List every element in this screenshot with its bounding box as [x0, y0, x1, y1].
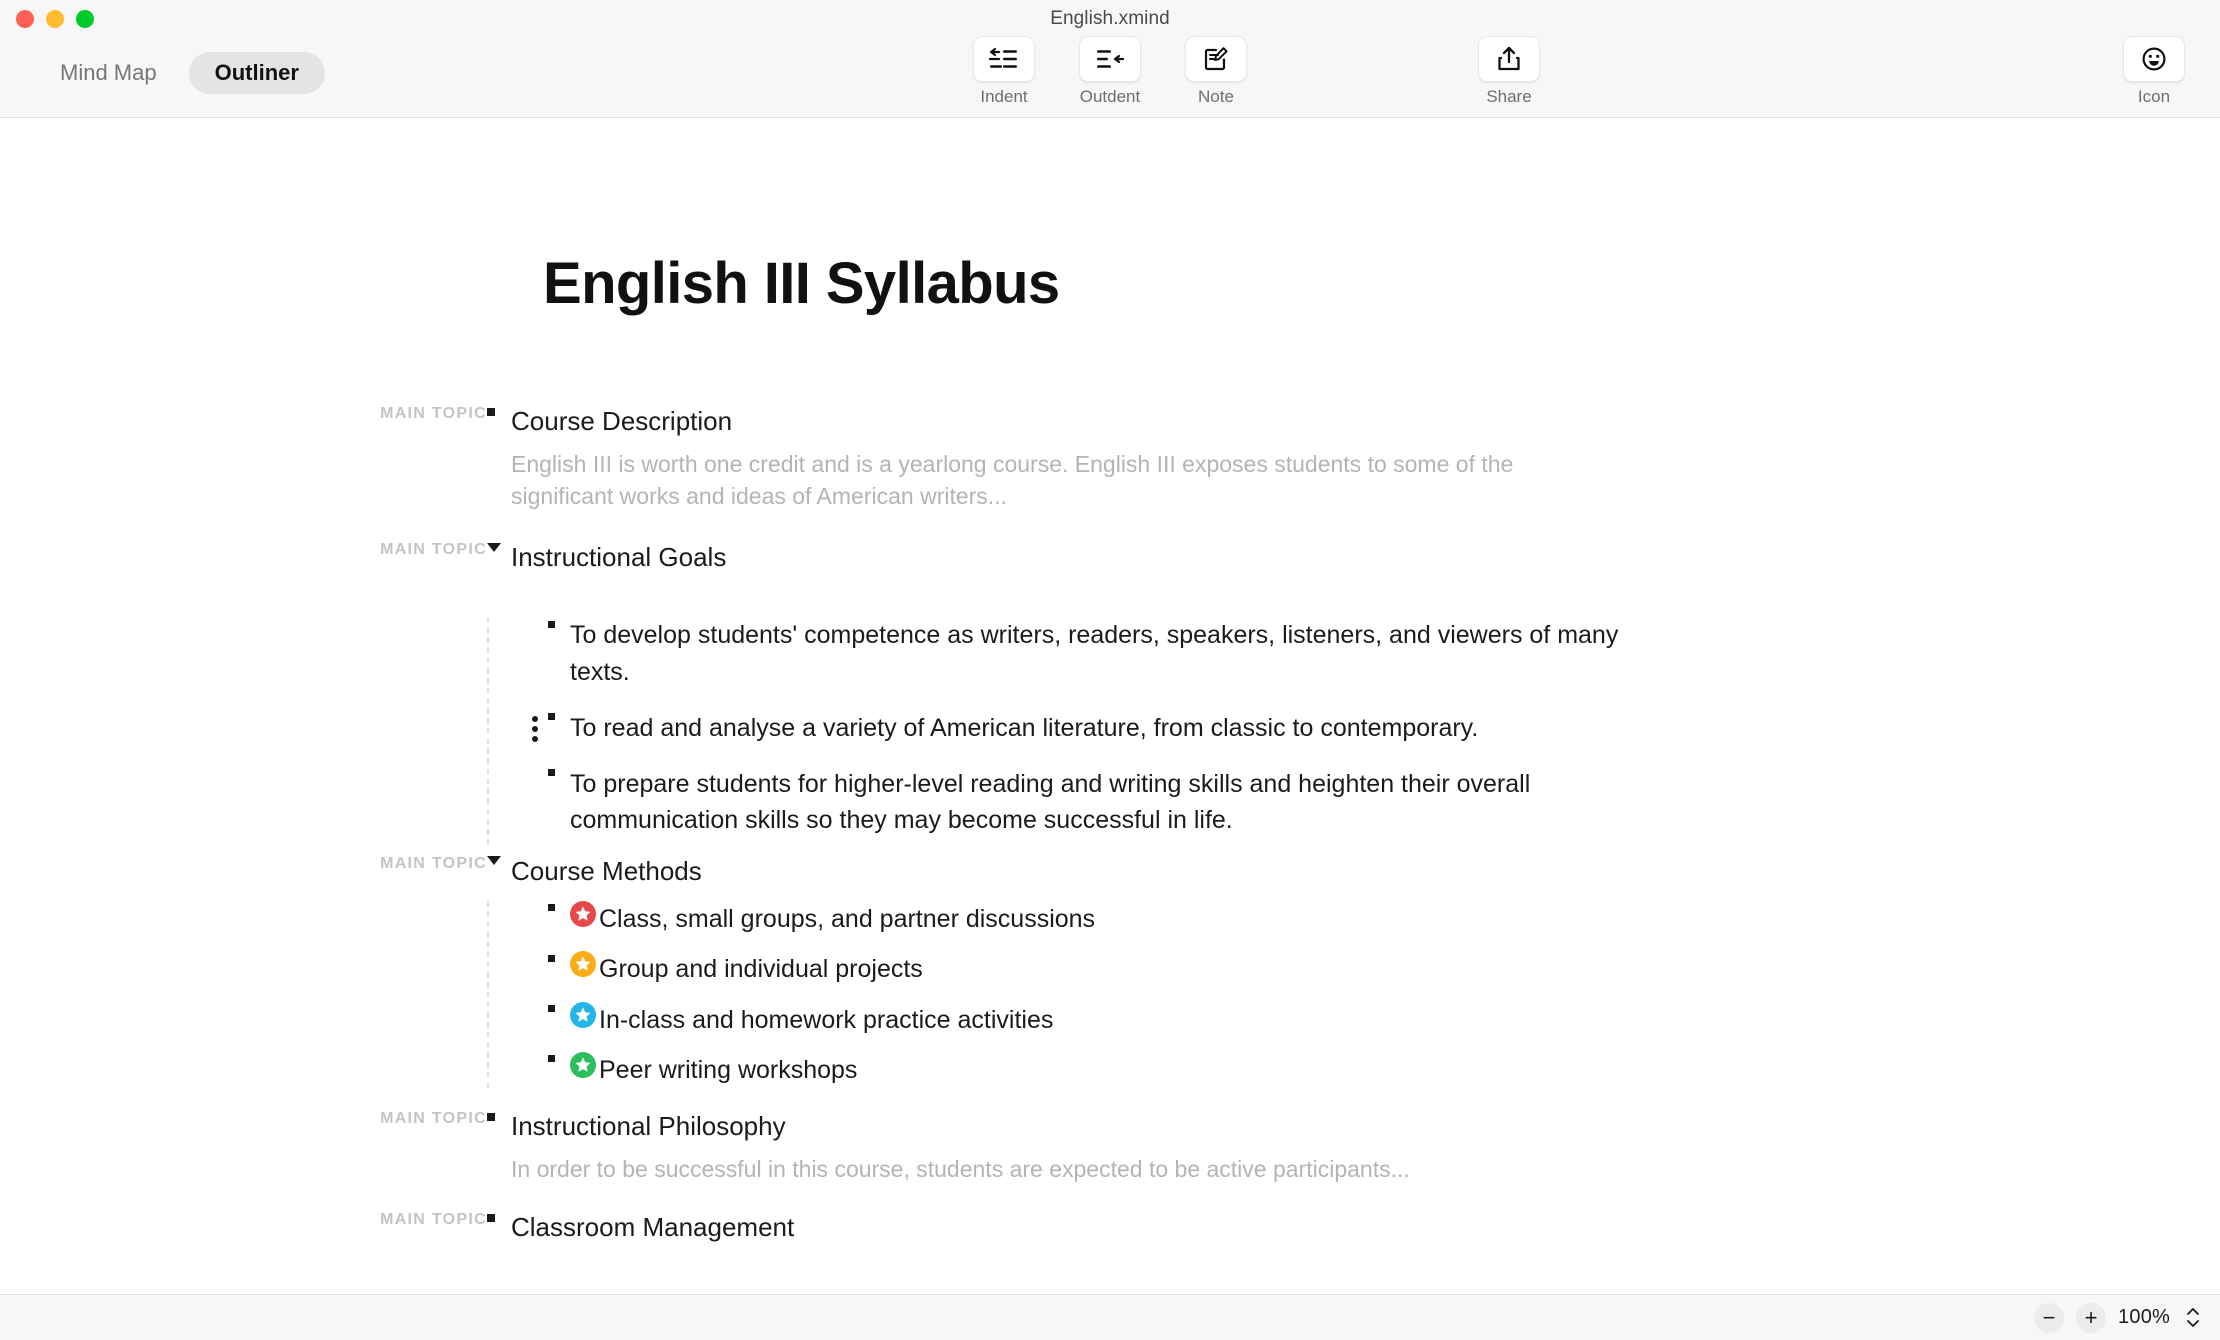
subtopic-item[interactable]: In-class and homework practice activitie…	[548, 1001, 2220, 1038]
outdent-button-surface[interactable]	[1079, 36, 1141, 82]
bullet-square-icon	[548, 710, 570, 726]
collapse-triangle-icon[interactable]	[487, 855, 511, 871]
star-icon[interactable]	[570, 1001, 596, 1028]
subtopic-text[interactable]: To develop students' competence as write…	[570, 617, 1630, 690]
outline-list: MAIN TOPIC Course Description English II…	[0, 309, 2220, 1244]
smiley-icon	[2141, 46, 2167, 72]
zoom-level-value: 100%	[2118, 1306, 2170, 1328]
share-button-label: Share	[1486, 87, 1532, 106]
zoom-in-button[interactable]: +	[2076, 1302, 2107, 1333]
status-bar: − + 100%	[0, 1294, 2220, 1340]
share-button[interactable]: Share	[1467, 36, 1551, 105]
topic-note[interactable]: English III is worth one credit and is a…	[511, 448, 1611, 513]
icon-button-surface[interactable]	[2123, 36, 2185, 82]
subtopic-item[interactable]: Group and individual projects	[548, 951, 2220, 987]
tree-guide-line	[487, 901, 489, 1089]
subtopic-item[interactable]: To read and analyse a variety of America…	[532, 710, 2220, 746]
bullet-square-icon	[487, 405, 511, 421]
outline-topic-course-methods[interactable]: MAIN TOPIC Course Methods Class, small g…	[0, 855, 2220, 1089]
topic-level-label: MAIN TOPIC	[380, 540, 487, 558]
collapse-triangle-icon[interactable]	[487, 541, 511, 557]
topic-title[interactable]: Course Methods	[511, 855, 702, 888]
outline-topic-course-description[interactable]: MAIN TOPIC Course Description English II…	[0, 405, 2220, 513]
bullet-square-icon	[548, 1002, 570, 1018]
zoom-out-button[interactable]: −	[2034, 1302, 2065, 1333]
outliner-canvas[interactable]: English III Syllabus MAIN TOPIC Course D…	[0, 118, 2220, 1340]
subtopic-text[interactable]: To prepare students for higher-level rea…	[570, 766, 1630, 839]
app-window: English.xmind Mind Map Outliner Indent O…	[0, 0, 2220, 1340]
title-bar: English.xmind Mind Map Outliner Indent O…	[0, 0, 2220, 118]
document-title: English.xmind	[1050, 8, 1170, 29]
subtopic-text[interactable]: To read and analyse a variety of America…	[570, 710, 1478, 746]
toolbar-center-group: Indent Outdent Note	[962, 36, 1258, 105]
icon-button[interactable]: Icon	[2112, 36, 2196, 105]
bullet-square-icon	[548, 617, 570, 633]
topic-title[interactable]: Instructional Goals	[511, 541, 726, 574]
star-icon[interactable]	[570, 951, 596, 978]
subtopic-group: Class, small groups, and partner discuss…	[487, 901, 2220, 1089]
icon-button-label: Icon	[2137, 87, 2171, 106]
subtopic-item[interactable]: To develop students' competence as write…	[548, 617, 2220, 690]
bullet-square-icon	[548, 901, 570, 917]
topic-title[interactable]: Classroom Management	[511, 1211, 794, 1244]
subtopic-text[interactable]: Class, small groups, and partner discuss…	[599, 901, 1095, 937]
page-title[interactable]: English III Syllabus	[543, 250, 2220, 317]
subtopic-group: To develop students' competence as write…	[487, 617, 2220, 845]
topic-note[interactable]: In order to be successful in this course…	[511, 1153, 1611, 1186]
subtopic-item[interactable]: To prepare students for higher-level rea…	[548, 766, 2220, 839]
outline-topic-instructional-philosophy[interactable]: MAIN TOPIC Instructional Philosophy In o…	[0, 1110, 2220, 1185]
bullet-square-icon	[487, 1211, 511, 1227]
zoom-stepper[interactable]	[2186, 1307, 2200, 1328]
outdent-icon	[1095, 47, 1125, 71]
topic-level-label: MAIN TOPIC	[380, 405, 487, 422]
tab-outliner[interactable]: Outliner	[188, 52, 325, 94]
outdent-button-label: Outdent	[1079, 87, 1141, 106]
chevron-up-icon[interactable]	[2186, 1307, 2200, 1316]
topic-level-label: MAIN TOPIC	[380, 1211, 487, 1229]
outline-topic-classroom-management[interactable]: MAIN TOPIC Classroom Management	[0, 1211, 2220, 1244]
note-icon	[1203, 46, 1229, 72]
topic-level-label: MAIN TOPIC	[380, 854, 487, 872]
subtopic-item[interactable]: Class, small groups, and partner discuss…	[548, 901, 2220, 937]
outline-topic-instructional-goals[interactable]: MAIN TOPIC Instructional Goals To develo…	[0, 541, 2220, 845]
bullet-square-icon	[548, 766, 570, 782]
note-button[interactable]: Note	[1174, 36, 1258, 105]
chevron-down-icon[interactable]	[2186, 1319, 2200, 1328]
indent-icon	[989, 47, 1019, 71]
bullet-square-icon	[548, 951, 570, 967]
bullet-square-icon	[487, 1110, 511, 1126]
drag-handle-icon[interactable]	[530, 715, 540, 742]
star-icon[interactable]	[570, 901, 596, 928]
topic-level-label: MAIN TOPIC	[380, 1110, 487, 1128]
tree-guide-line	[487, 617, 489, 845]
topic-title[interactable]: Instructional Philosophy	[511, 1110, 786, 1143]
note-button-surface[interactable]	[1185, 36, 1247, 82]
share-icon	[1497, 46, 1521, 72]
star-icon[interactable]	[570, 1051, 596, 1078]
share-button-surface[interactable]	[1478, 36, 1540, 82]
subtopic-text[interactable]: In-class and homework practice activitie…	[599, 1002, 1053, 1038]
tab-mind-map[interactable]: Mind Map	[34, 52, 183, 94]
outdent-button[interactable]: Outdent	[1068, 36, 1152, 105]
subtopic-item[interactable]: Peer writing workshops	[548, 1051, 2220, 1088]
view-mode-switch: Mind Map Outliner	[34, 52, 325, 94]
topic-title[interactable]: Course Description	[511, 405, 732, 438]
subtopic-text[interactable]: Peer writing workshops	[599, 1052, 857, 1088]
subtopic-text[interactable]: Group and individual projects	[599, 951, 923, 987]
indent-button-label: Indent	[980, 87, 1028, 106]
note-button-label: Note	[1198, 87, 1234, 106]
indent-button-surface[interactable]	[973, 36, 1035, 82]
bullet-square-icon	[548, 1052, 570, 1068]
indent-button[interactable]: Indent	[962, 36, 1046, 105]
